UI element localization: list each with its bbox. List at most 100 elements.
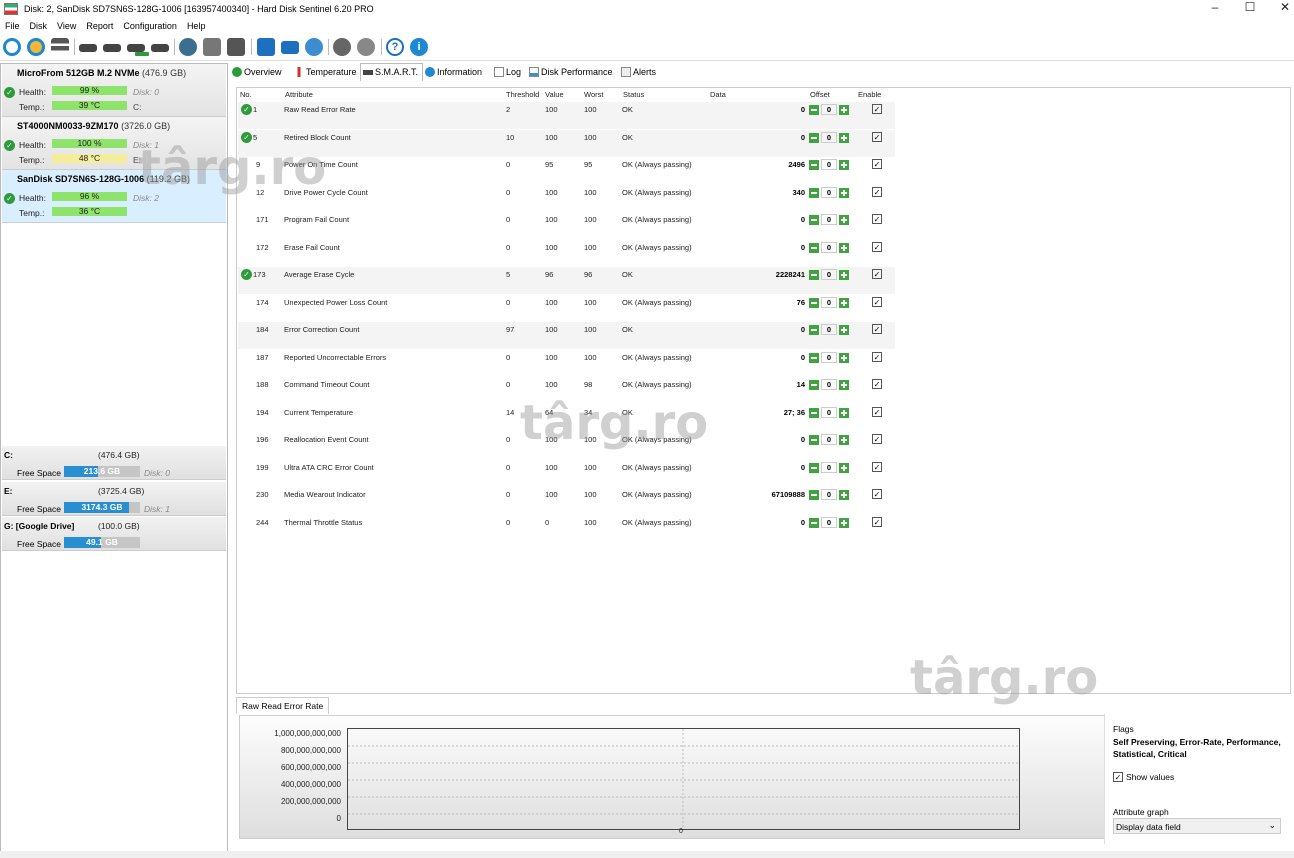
sound-icon[interactable] [357, 38, 375, 56]
refresh-all-icon[interactable] [27, 38, 45, 56]
plus-icon[interactable] [839, 215, 849, 225]
table-row[interactable]: 9 Power On Time Count 0 95 95 OK (Always pass… [238, 157, 895, 184]
tab-information[interactable]: Information [423, 64, 482, 81]
plus-icon[interactable] [839, 517, 849, 528]
enable-checkbox[interactable]: ✓ [872, 351, 882, 362]
table-row[interactable]: 12 Drive Power Cycle Count 0 100 100 OK (Alwa… [238, 185, 895, 212]
web-icon[interactable] [305, 38, 323, 56]
backup-icon[interactable] [227, 38, 245, 56]
plus-icon[interactable] [839, 160, 849, 170]
enable-checkbox[interactable]: ✓ [872, 461, 882, 472]
plus-icon[interactable] [839, 380, 849, 390]
table-row[interactable]: ✓ 5 Retired Block Count 10 100 100 OK 0 0 ✓ [238, 129, 895, 157]
plus-icon[interactable] [839, 435, 849, 445]
volume-entry[interactable]: E: (3725.4 GB) Free Space 3174.3 GB Disk: 1 [2, 482, 226, 516]
header-data[interactable]: Data [710, 90, 726, 99]
minus-icon[interactable] [809, 462, 819, 473]
tab-overview[interactable]: Overview [230, 64, 282, 81]
plus-icon[interactable] [839, 490, 849, 500]
minus-icon[interactable] [809, 297, 819, 308]
tab-alerts[interactable]: Alerts [619, 64, 656, 81]
plus-icon[interactable] [839, 352, 849, 363]
enable-checkbox[interactable]: ✓ [872, 434, 882, 444]
table-row[interactable]: 184 Error Correction Count 97 100 100 OK 0 0 ✓ [238, 322, 895, 349]
maximize-button[interactable]: ☐ [1231, 0, 1269, 16]
offset-value[interactable]: 0 [821, 489, 837, 500]
show-values-checkbox[interactable]: ✓ [1113, 772, 1123, 782]
tab-smart[interactable]: S.M.A.R.T. [360, 63, 424, 81]
minimize-button[interactable]: – [1196, 0, 1234, 16]
offset-value[interactable]: 0 [821, 461, 837, 473]
header-value[interactable]: Value [545, 90, 564, 99]
plus-icon[interactable] [839, 270, 849, 280]
enable-checkbox[interactable]: ✓ [872, 214, 882, 224]
offset-value[interactable]: 0 [821, 324, 837, 335]
menu-help[interactable]: Help [182, 21, 211, 31]
refresh-icon[interactable] [3, 38, 21, 56]
offset-value[interactable]: 0 [821, 434, 837, 445]
offset-value[interactable]: 0 [821, 351, 837, 363]
menu-report[interactable]: Report [81, 21, 118, 31]
table-row[interactable]: ✓ 173 Average Erase Cycle 5 96 96 OK 2228241 0 ✓ [238, 267, 895, 294]
plus-icon[interactable] [839, 462, 849, 473]
email-icon[interactable] [281, 41, 299, 54]
enable-checkbox[interactable]: ✓ [872, 159, 882, 169]
minus-icon[interactable] [809, 435, 819, 445]
enable-checkbox[interactable]: ✓ [872, 489, 882, 499]
minus-icon[interactable] [809, 490, 819, 500]
offset-value[interactable]: 0 [821, 159, 837, 170]
report-icon[interactable] [257, 38, 275, 56]
minus-icon[interactable] [809, 325, 819, 335]
plus-icon[interactable] [839, 407, 849, 418]
close-button[interactable]: ✕ [1266, 0, 1294, 16]
enable-checkbox[interactable]: ✓ [872, 269, 882, 279]
menu-file[interactable]: File [0, 21, 25, 31]
minus-icon[interactable] [809, 242, 819, 253]
disk-icon[interactable] [79, 44, 97, 52]
table-row[interactable]: 230 Media Wearout Indicator 0 100 100 OK (Alw… [238, 487, 895, 514]
help-icon[interactable]: ? [386, 38, 404, 56]
tab-temperature[interactable]: Temperature [292, 64, 357, 81]
menu-configuration[interactable]: Configuration [118, 21, 182, 31]
minus-icon[interactable] [809, 407, 819, 418]
list-icon[interactable] [51, 38, 69, 56]
tab-log[interactable]: Log [492, 64, 521, 81]
header-offset[interactable]: Offset [810, 90, 830, 99]
plus-icon[interactable] [839, 187, 849, 198]
enable-checkbox[interactable]: ✓ [872, 379, 882, 389]
minus-icon[interactable] [809, 187, 819, 198]
offset-value[interactable]: 0 [821, 516, 837, 528]
enable-checkbox[interactable]: ✓ [872, 516, 882, 527]
enable-checkbox[interactable]: ✓ [872, 104, 882, 114]
plus-icon[interactable] [839, 132, 849, 143]
plus-icon[interactable] [839, 297, 849, 308]
header-attribute[interactable]: Attribute [285, 90, 313, 99]
volume-entry[interactable]: G: [Google Drive] (100.0 GB) Free Space 49.… [2, 517, 226, 551]
header-threshold[interactable]: Threshold [506, 90, 539, 99]
header-status[interactable]: Status [623, 90, 644, 99]
minus-icon[interactable] [809, 380, 819, 390]
enable-checkbox[interactable]: ✓ [872, 324, 882, 334]
header-no[interactable]: No. [240, 90, 252, 99]
network-disk-icon[interactable] [179, 38, 197, 56]
tools-icon[interactable] [203, 38, 221, 56]
table-row[interactable]: ✓ 1 Raw Read Error Rate 2 100 100 OK 0 0 ✓ [238, 102, 895, 129]
plus-icon[interactable] [839, 325, 849, 335]
tab-disk-performance[interactable]: Disk Performance [527, 64, 613, 81]
header-worst[interactable]: Worst [584, 90, 603, 99]
table-row[interactable]: 199 Ultra ATA CRC Error Count 0 100 100 OK (A… [238, 460, 895, 487]
plus-icon[interactable] [839, 242, 849, 253]
minus-icon[interactable] [809, 105, 819, 115]
enable-checkbox[interactable]: ✓ [872, 186, 882, 197]
offset-value[interactable]: 0 [821, 131, 837, 143]
offset-value[interactable]: 0 [821, 379, 837, 390]
enable-checkbox[interactable]: ✓ [872, 241, 882, 252]
offset-value[interactable]: 0 [821, 269, 837, 280]
table-row[interactable]: 171 Program Fail Count 0 100 100 OK (Always p… [238, 212, 895, 239]
disk-search-icon[interactable] [151, 44, 169, 52]
table-row[interactable]: 244 Thermal Throttle Status 0 0 100 OK (Alway… [238, 515, 895, 542]
table-row[interactable]: 187 Reported Uncorrectable Errors 0 100 100 O… [238, 350, 895, 377]
header-enable[interactable]: Enable [858, 90, 881, 99]
disk-entry[interactable]: MicroFrom 512GB M.2 NVMe (476.9 GB) ✓ Heal… [2, 64, 226, 117]
minus-icon[interactable] [809, 160, 819, 170]
